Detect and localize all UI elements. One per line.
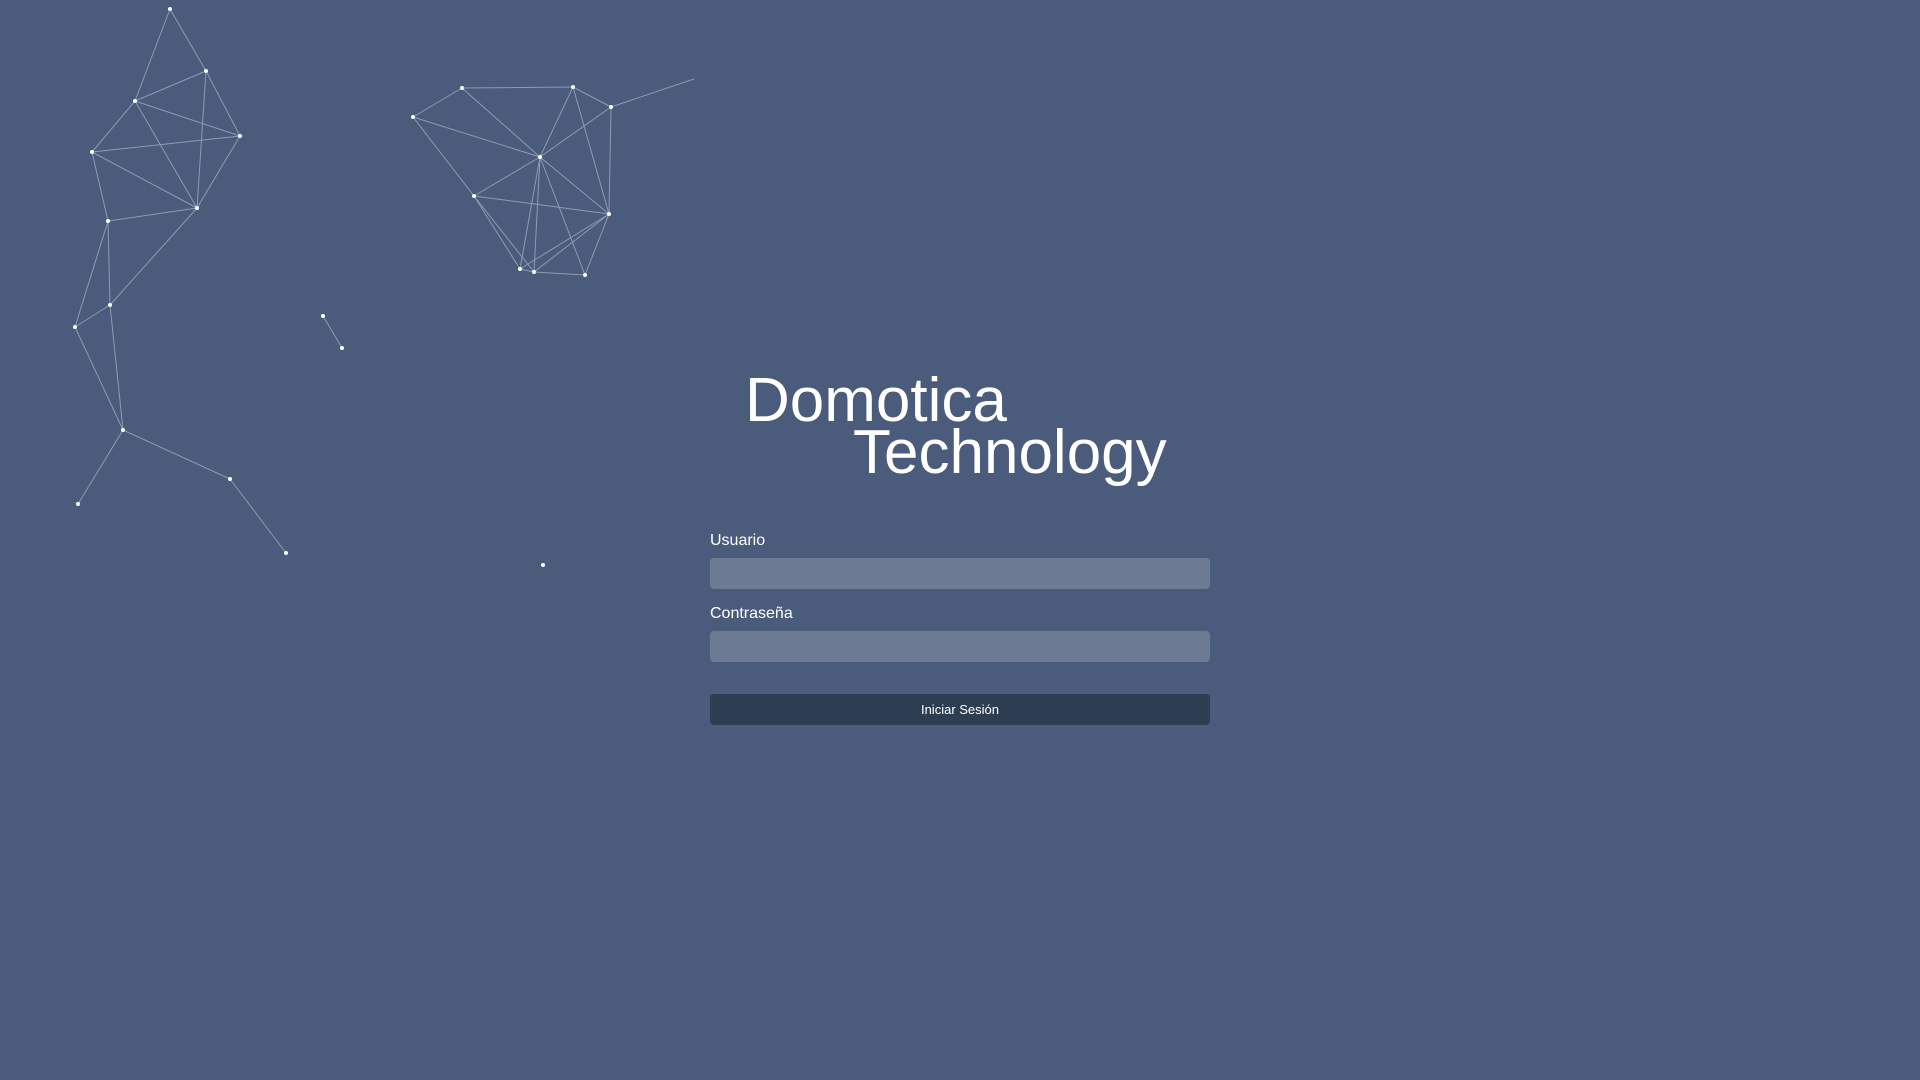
network-line	[107, 207, 198, 222]
network-node	[284, 551, 288, 555]
password-group: Contraseña	[710, 605, 1210, 662]
network-node	[321, 314, 325, 318]
network-node	[607, 212, 611, 216]
network-line	[322, 315, 343, 349]
network-node	[518, 267, 522, 271]
network-node	[571, 85, 575, 89]
network-line	[473, 195, 535, 273]
network-node	[532, 270, 536, 274]
network-line	[461, 87, 541, 158]
network-node	[583, 273, 587, 277]
network-line	[91, 151, 109, 222]
login-form: Usuario Contraseña Iniciar Sesión	[710, 532, 1210, 725]
network-line	[473, 156, 541, 197]
network-node	[121, 428, 125, 432]
network-node	[168, 7, 172, 11]
network-line	[74, 326, 124, 431]
network-line	[539, 156, 586, 276]
network-line	[473, 195, 521, 270]
network-node	[609, 105, 613, 109]
network-line	[74, 220, 109, 328]
brand-logo: Domotica Technology	[745, 370, 1167, 484]
network-line	[107, 220, 111, 306]
network-node	[472, 194, 476, 198]
network-node	[133, 99, 137, 103]
network-node	[541, 563, 545, 567]
network-node	[73, 325, 77, 329]
password-input[interactable]	[710, 631, 1210, 662]
network-line	[91, 135, 241, 153]
network-node	[106, 219, 110, 223]
brand-title-line2: Technology	[853, 418, 1167, 487]
network-node	[460, 86, 464, 90]
network-line	[229, 478, 287, 554]
network-line	[412, 116, 541, 158]
network-line	[169, 8, 207, 72]
network-line	[461, 86, 574, 89]
network-nodes	[73, 7, 613, 567]
network-line	[572, 86, 612, 108]
network-node	[238, 134, 242, 138]
network-node	[204, 69, 208, 73]
network-line	[610, 78, 695, 108]
network-line	[539, 106, 612, 158]
network-node	[76, 502, 80, 506]
network-lines	[74, 8, 695, 554]
network-line	[109, 304, 124, 431]
network-node	[228, 477, 232, 481]
network-node	[411, 115, 415, 119]
network-node	[90, 150, 94, 154]
network-line	[91, 100, 136, 153]
network-line	[122, 429, 231, 480]
network-line	[74, 304, 111, 328]
network-line	[539, 86, 574, 158]
network-line	[134, 70, 207, 102]
network-node	[538, 155, 542, 159]
network-line	[473, 195, 610, 215]
login-button[interactable]: Iniciar Sesión	[710, 694, 1210, 725]
network-node	[195, 206, 199, 210]
network-line	[572, 86, 610, 215]
network-line	[608, 106, 612, 215]
username-label: Usuario	[710, 532, 766, 549]
network-line	[412, 87, 463, 118]
network-line	[109, 207, 198, 306]
network-line	[196, 135, 241, 209]
username-group: Usuario	[710, 532, 1210, 589]
network-line	[134, 8, 171, 102]
network-node	[340, 346, 344, 350]
network-line	[77, 429, 124, 505]
network-node	[108, 303, 112, 307]
username-input[interactable]	[710, 558, 1210, 589]
password-label: Contraseña	[710, 605, 793, 622]
network-line	[533, 271, 586, 276]
network-line	[412, 116, 475, 197]
